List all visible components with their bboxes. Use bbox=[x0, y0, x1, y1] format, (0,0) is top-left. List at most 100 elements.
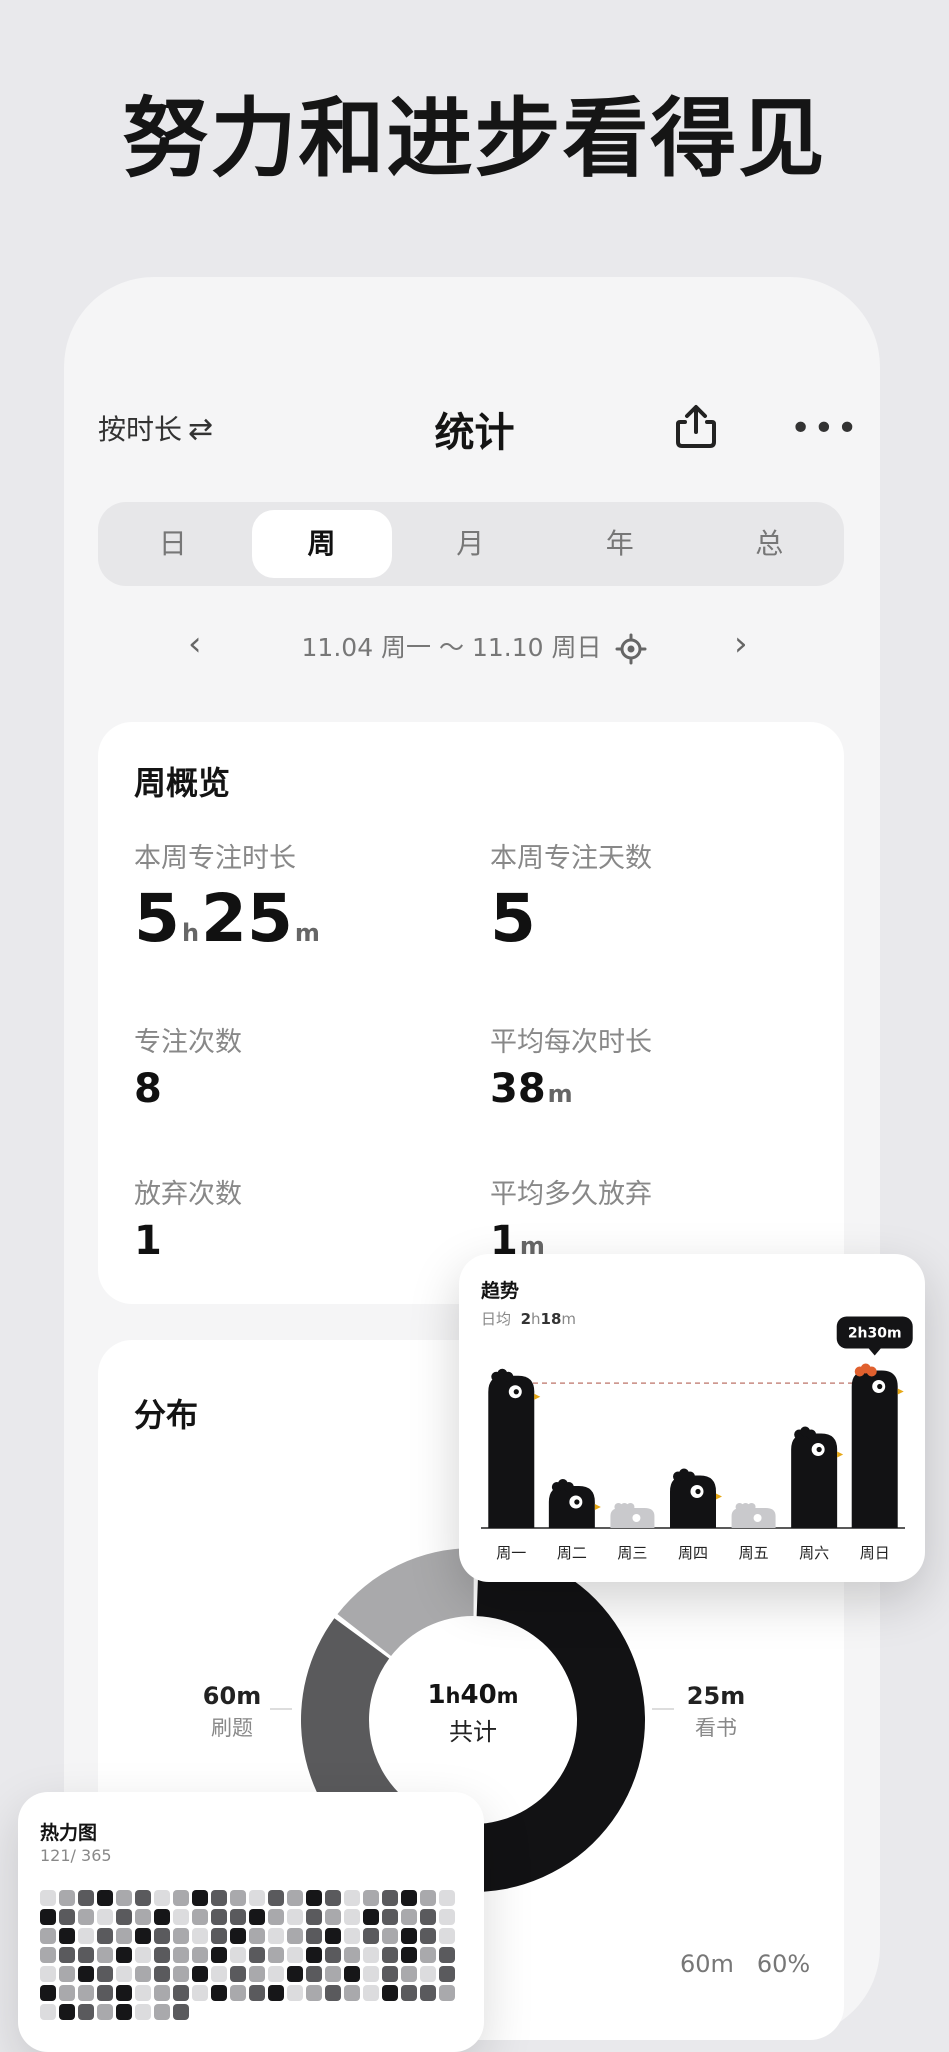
heatmap-cell bbox=[287, 1985, 303, 2001]
heatmap-cell bbox=[154, 1909, 170, 1925]
legend-left: 60m 刷题 bbox=[196, 1682, 268, 1742]
heatmap-cell bbox=[344, 1928, 360, 1944]
heatmap-cell bbox=[401, 1928, 417, 1944]
heatmap-cell bbox=[154, 1890, 170, 1906]
heatmap-cell bbox=[363, 1890, 379, 1906]
heatmap-cell bbox=[78, 1985, 94, 2001]
heatmap-cell bbox=[420, 1928, 436, 1944]
heatmap-cell bbox=[439, 1890, 455, 1906]
heatmap-cell bbox=[363, 1985, 379, 2001]
heatmap-cell bbox=[154, 1928, 170, 1944]
bottom-minutes: 60m bbox=[680, 1950, 734, 1978]
next-period-button[interactable]: › bbox=[734, 624, 748, 664]
heatmap-cell bbox=[363, 1928, 379, 1944]
trend-bar-5[interactable] bbox=[791, 1426, 844, 1529]
heatmap-cell bbox=[249, 1985, 265, 2001]
heatmap-cell bbox=[268, 1890, 284, 1906]
focus-days-label: 本周专注天数 bbox=[490, 843, 652, 874]
heatmap-card[interactable]: 热力图 121/ 365 bbox=[18, 1792, 484, 2052]
trend-bar-3[interactable] bbox=[670, 1468, 722, 1529]
heatmap-cell bbox=[154, 1985, 170, 2001]
trend-bar-6[interactable] bbox=[851, 1363, 904, 1529]
trend-bar-1[interactable] bbox=[548, 1479, 601, 1528]
heatmap-cell bbox=[59, 1928, 75, 1944]
heatmap-cell bbox=[401, 1890, 417, 1906]
heatmap-cell bbox=[40, 1909, 56, 1925]
tab-4[interactable]: 总 bbox=[695, 510, 845, 578]
date-range-text: 11.04 周一 ～ 11.10 周日 bbox=[301, 633, 602, 662]
heatmap-cell bbox=[59, 1909, 75, 1925]
distribution-bottom-stats: 60m 60% bbox=[680, 1950, 810, 1978]
trend-bar-4[interactable] bbox=[731, 1503, 776, 1528]
heatmap-cell bbox=[116, 2004, 132, 2020]
avg-duration-label: 平均每次时长 bbox=[490, 1027, 652, 1058]
heatmap-cell bbox=[268, 1928, 284, 1944]
sessions-value: 8 bbox=[134, 1066, 162, 1112]
heatmap-cell bbox=[116, 1890, 132, 1906]
heatmap-cell bbox=[420, 1985, 436, 2001]
focus-time-label: 本周专注时长 bbox=[134, 843, 296, 874]
trend-category-label: 周五 bbox=[739, 1544, 769, 1562]
heatmap-cell bbox=[192, 1928, 208, 1944]
heatmap-cell bbox=[306, 1985, 322, 2001]
heatmap-cell bbox=[401, 1909, 417, 1925]
heatmap-cell bbox=[287, 1947, 303, 1963]
heatmap-cell bbox=[97, 1947, 113, 1963]
heatmap-cell bbox=[344, 1966, 360, 1982]
heatmap-cell bbox=[363, 1909, 379, 1925]
tab-3[interactable]: 年 bbox=[545, 510, 695, 578]
heatmap-cell bbox=[325, 1890, 341, 1906]
period-tabs: 日周月年总 bbox=[98, 502, 844, 586]
trend-bar-2[interactable] bbox=[610, 1503, 655, 1528]
focus-days-value: 5 bbox=[490, 880, 536, 957]
heatmap-cell bbox=[97, 2004, 113, 2020]
trend-tooltip: 2h30m bbox=[836, 1316, 913, 1356]
heatmap-cell bbox=[344, 1947, 360, 1963]
heatmap-cell bbox=[173, 1928, 189, 1944]
share-icon[interactable] bbox=[672, 402, 720, 450]
headline: 努力和进步看得见 bbox=[122, 89, 827, 189]
tab-0[interactable]: 日 bbox=[98, 510, 248, 578]
heatmap-cell bbox=[78, 1909, 94, 1925]
heatmap-cell bbox=[59, 1966, 75, 1982]
heatmap-cell bbox=[154, 1947, 170, 1963]
heatmap-cell bbox=[287, 1890, 303, 1906]
heatmap-cell bbox=[230, 1947, 246, 1963]
trend-card[interactable]: 趋势 日均 2h18m 周一 周二 周三 周四 周五 周六 周日 2h30m bbox=[459, 1254, 925, 1582]
heatmap-cell bbox=[192, 1890, 208, 1906]
heatmap-cell bbox=[78, 1890, 94, 1906]
trend-category-label: 周六 bbox=[799, 1544, 829, 1562]
tab-1[interactable]: 周 bbox=[251, 510, 392, 578]
legend-right-connector bbox=[652, 1708, 674, 1710]
focus-time-value: 5h25m bbox=[134, 880, 320, 957]
heatmap-cell bbox=[420, 1966, 436, 1982]
heatmap-cell bbox=[40, 1890, 56, 1906]
heatmap-cell bbox=[97, 1909, 113, 1925]
heatmap-cell bbox=[135, 1928, 151, 1944]
heatmap-cell bbox=[211, 1985, 227, 2001]
heatmap-cell bbox=[344, 1890, 360, 1906]
heatmap-cell bbox=[439, 1928, 455, 1944]
heatmap-cell bbox=[173, 1909, 189, 1925]
heatmap-cell bbox=[59, 1947, 75, 1963]
tab-2[interactable]: 月 bbox=[396, 510, 546, 578]
heatmap-cell bbox=[363, 1966, 379, 1982]
donut-total-label: 共计 bbox=[449, 1718, 497, 1746]
heatmap-cell bbox=[135, 1947, 151, 1963]
heatmap-cell bbox=[249, 1890, 265, 1906]
heatmap-cell bbox=[382, 1928, 398, 1944]
trend-bar-0[interactable] bbox=[488, 1368, 541, 1528]
heatmap-cell bbox=[40, 1966, 56, 1982]
heatmap-cell bbox=[439, 1947, 455, 1963]
locate-today-icon[interactable] bbox=[615, 633, 647, 665]
heatmap-cell bbox=[135, 2004, 151, 2020]
heatmap-cell bbox=[97, 1966, 113, 1982]
heatmap-cell bbox=[230, 1890, 246, 1906]
heatmap-cell bbox=[116, 1966, 132, 1982]
legend-right-value: 25m bbox=[686, 1682, 746, 1710]
heatmap-cell bbox=[211, 1966, 227, 1982]
heatmap-cell bbox=[173, 1890, 189, 1906]
heatmap-cell bbox=[173, 1947, 189, 1963]
heatmap-cell bbox=[363, 1947, 379, 1963]
more-icon[interactable]: ••• bbox=[790, 408, 860, 449]
